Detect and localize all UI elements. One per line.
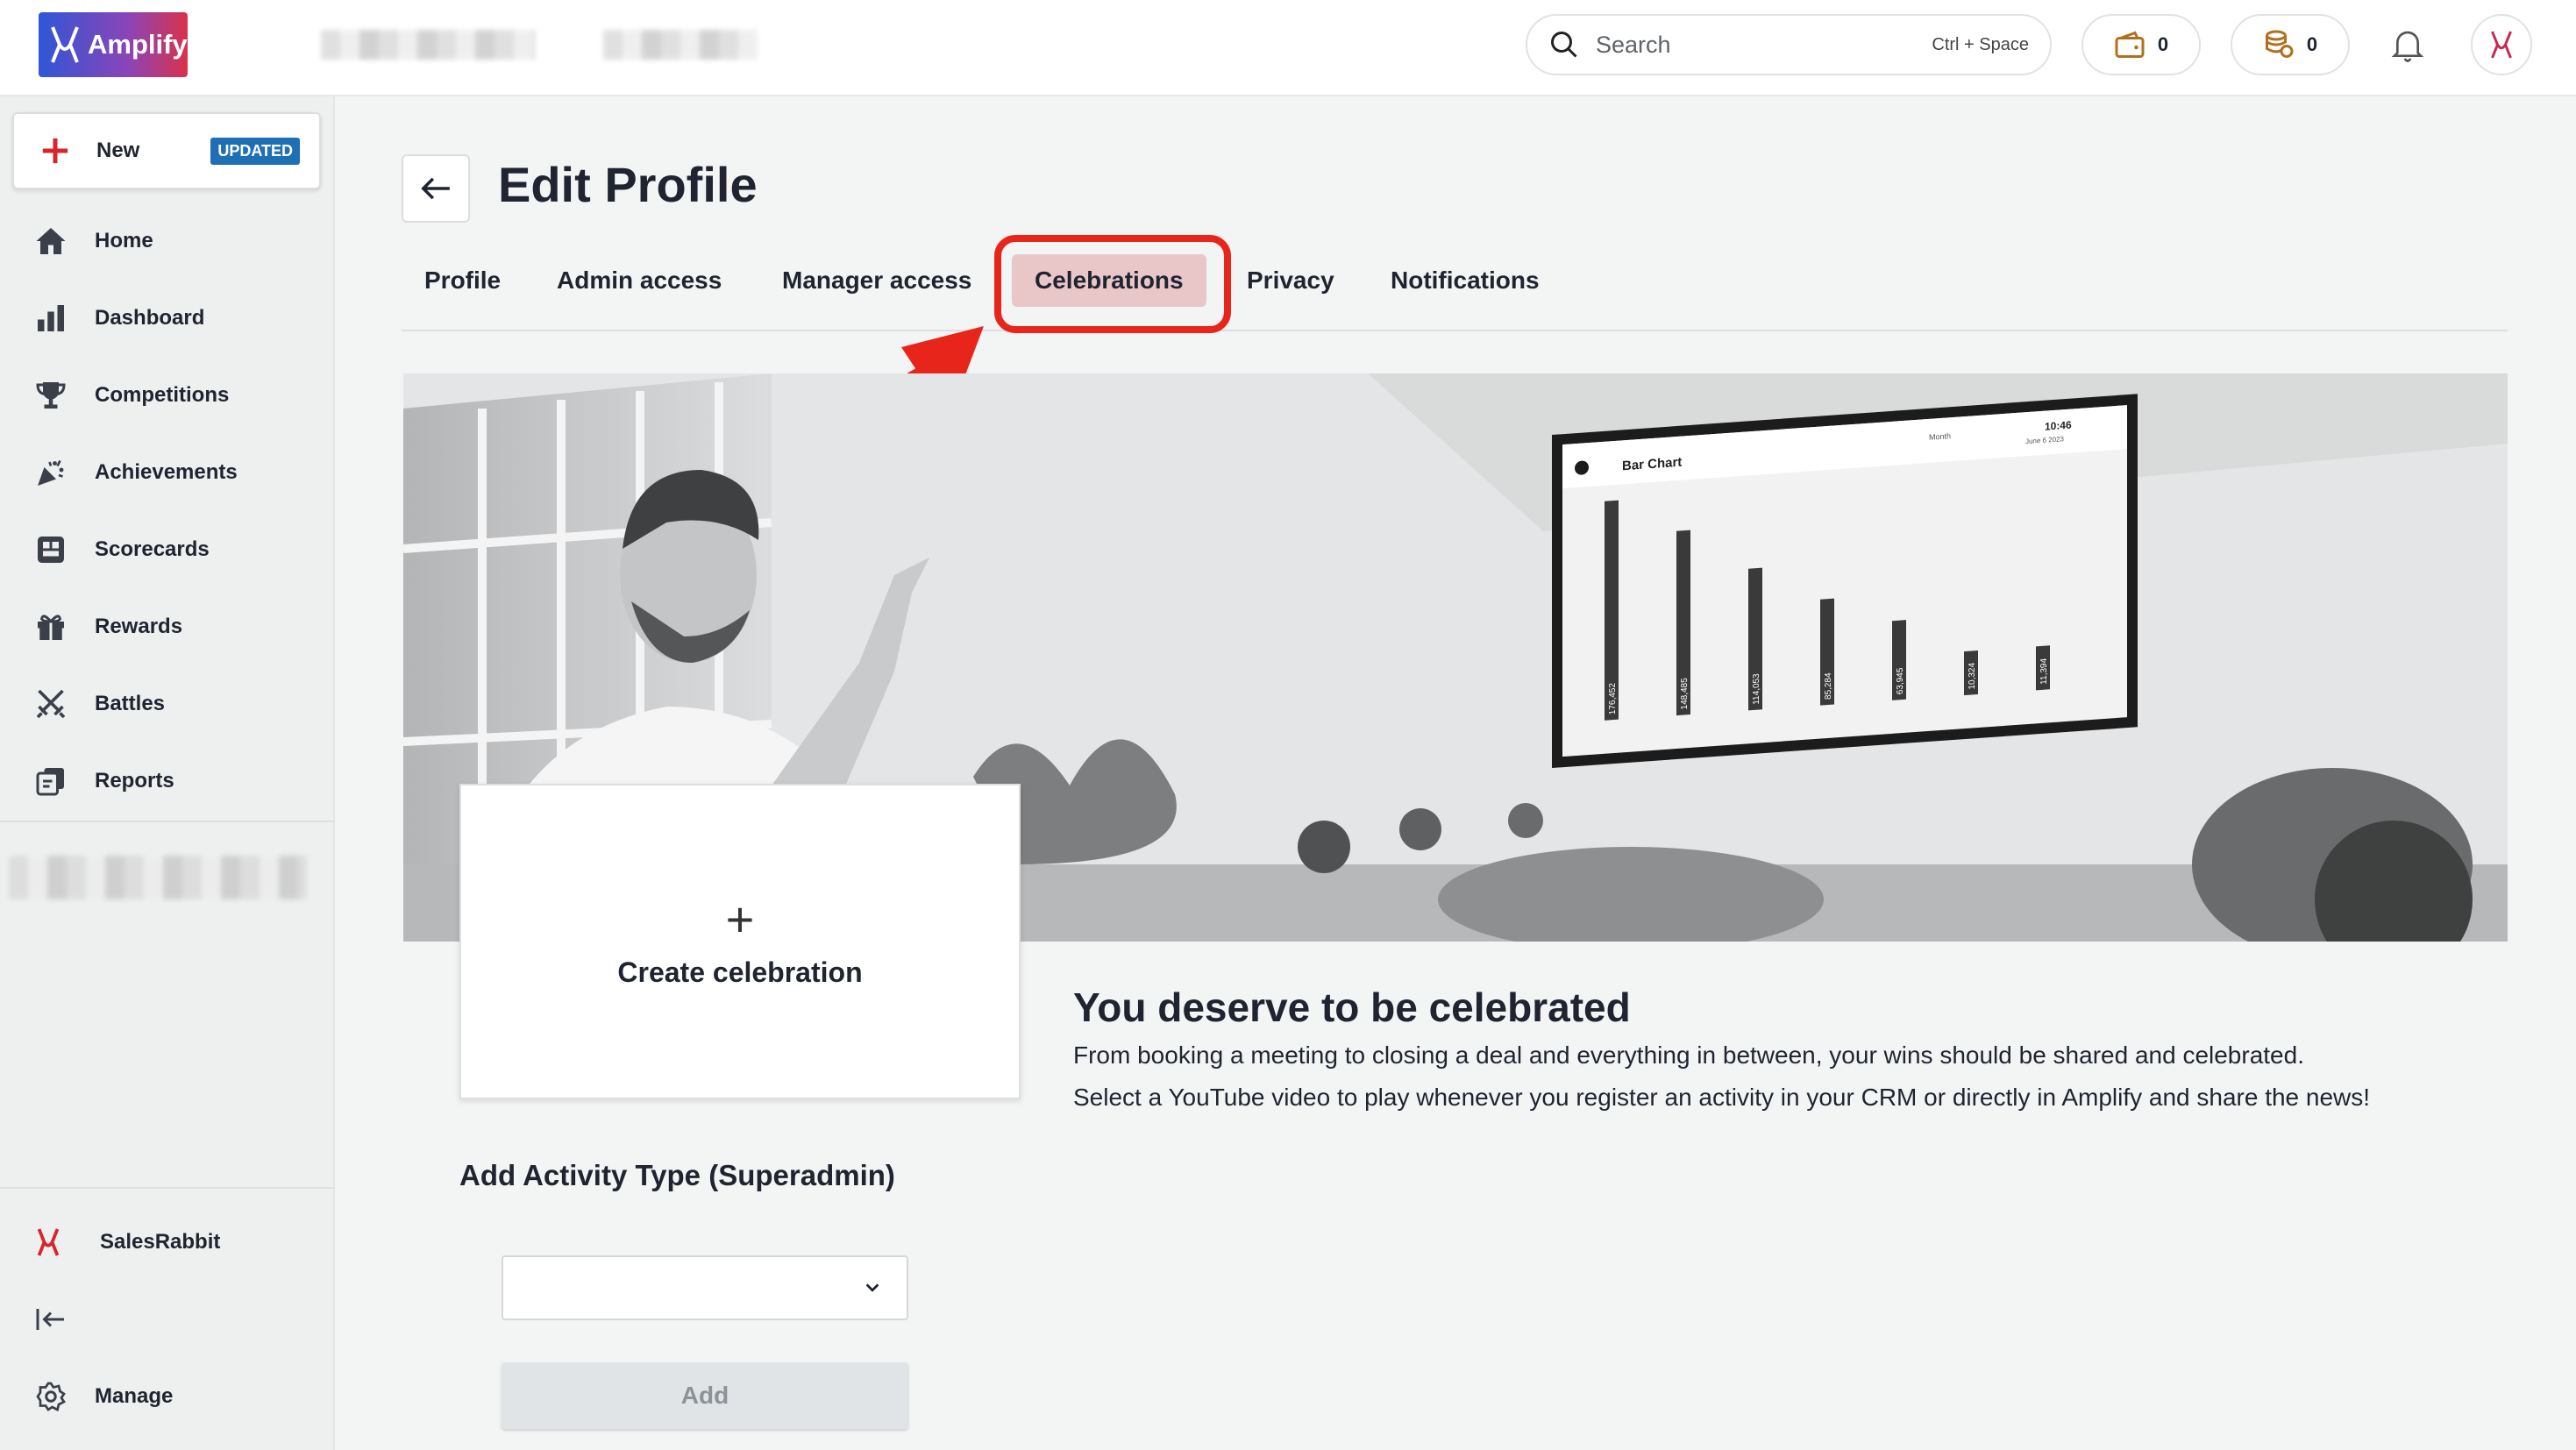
wallet-count: 0 [2157, 33, 2169, 55]
hero-chart-bar-label: 85,284 [1824, 672, 1833, 700]
sidebar-item-home[interactable]: Home [0, 210, 335, 272]
back-button[interactable] [402, 154, 470, 223]
hero-chart-bar-label: 10,324 [1968, 662, 1977, 690]
org-switcher[interactable]: SalesRabbit [0, 1212, 335, 1273]
arrow-left-icon [421, 177, 450, 200]
redacted-sidebar-item[interactable] [9, 856, 307, 899]
hero-chart-bar-label: 148,485 [1680, 677, 1690, 709]
search-bar[interactable]: Search Ctrl + Space [1526, 14, 2052, 75]
coins-icon [2265, 30, 2294, 58]
tab-manager-access[interactable]: Manager access [782, 267, 971, 295]
sidebar-item-label: Manage [95, 1384, 174, 1408]
crossed-swords-icon [36, 689, 66, 719]
sidebar-item-battles[interactable]: Battles [0, 673, 335, 735]
activity-type-title: Add Activity Type (Superadmin) [459, 1159, 895, 1191]
activity-type-select[interactable] [502, 1255, 908, 1320]
hero-chart-bar-label: 114,053 [1752, 672, 1761, 705]
sidebar-item-manage[interactable]: Manage [0, 1366, 335, 1427]
hero-chart-bar-label: 63,945 [1896, 667, 1905, 695]
rabbit-logo-icon [51, 26, 79, 63]
search-shortcut: Ctrl + Space [1932, 34, 2029, 54]
bell-icon [2391, 31, 2424, 62]
rabbit-avatar-icon [2491, 31, 2512, 59]
plus-icon [42, 138, 68, 164]
amplify-logo[interactable]: Amplify [39, 12, 188, 77]
search-icon [1551, 32, 1577, 58]
wallet-button[interactable]: 0 [2081, 14, 2201, 75]
sidebar-item-label: Achievements [95, 460, 238, 484]
coins-button[interactable]: 0 [2231, 14, 2350, 75]
sidebar-item-label: Scorecards [95, 537, 210, 561]
sidebar-item-achievements[interactable]: Achievements [0, 442, 335, 503]
hero-chart-bar-label: 176,452 [1608, 682, 1618, 714]
create-celebration-label: Create celebration [617, 956, 863, 988]
notifications-button[interactable] [2390, 26, 2425, 69]
chart-time: 10:46 [2045, 419, 2072, 433]
sidebar-item-label: Reports [95, 769, 174, 793]
salesrabbit-logo-icon [37, 1228, 60, 1256]
celebration-description: From booking a meeting to closing a deal… [1073, 1041, 2304, 1069]
chevron-down-icon [865, 1283, 879, 1292]
coins-count: 0 [2306, 33, 2318, 55]
wallet-icon [2115, 31, 2145, 58]
sidebar-item-dashboard[interactable]: Dashboard [0, 288, 335, 349]
party-popper-icon [38, 459, 64, 486]
plus-icon: + [725, 891, 755, 947]
org-name: SalesRabbit [100, 1230, 221, 1254]
chart-period: Month [1929, 431, 1951, 442]
reports-icon [36, 768, 64, 796]
sidebar-item-competitions[interactable]: Competitions [0, 365, 335, 426]
sidebar-divider [0, 1187, 335, 1189]
hero-chart-bar-label: 11,394 [2039, 657, 2049, 685]
collapse-sidebar-button[interactable] [0, 1289, 335, 1350]
sidebar-item-label: Home [95, 229, 153, 252]
sidebar-item-label: Rewards [95, 615, 183, 638]
celebration-description: Select a YouTube video to play whenever … [1073, 1084, 2371, 1111]
redacted-workspace-2[interactable] [603, 30, 758, 60]
create-celebration-card[interactable]: + Create celebration [459, 784, 1021, 1099]
brand-name: Amplify [88, 29, 188, 60]
profile-tabs: Profile Admin access Manager access Cele… [402, 237, 2508, 331]
tab-profile[interactable]: Profile [424, 267, 501, 295]
add-button[interactable]: Add [502, 1362, 908, 1429]
sidebar-item-label: Dashboard [95, 306, 205, 330]
gift-icon [38, 615, 64, 640]
page-title: Edit Profile [498, 157, 758, 212]
new-button[interactable]: New UPDATED [12, 112, 321, 189]
sidebar-divider [0, 821, 335, 822]
sidebar-item-label: Battles [95, 692, 166, 715]
gear-icon [36, 1382, 66, 1411]
home-icon [36, 228, 66, 254]
sidebar-item-reports[interactable]: Reports [0, 750, 335, 812]
sidebar: New UPDATED Home Dashboard Competitions … [0, 96, 335, 1450]
avatar[interactable] [2471, 14, 2532, 75]
highlight-box [994, 235, 1231, 333]
sidebar-item-label: Competitions [95, 383, 230, 407]
new-label: New [96, 139, 140, 162]
tab-notifications[interactable]: Notifications [1391, 267, 1540, 295]
tab-privacy[interactable]: Privacy [1247, 267, 1334, 295]
top-bar: Amplify Search Ctrl + Space 0 0 [0, 0, 2576, 96]
scorecard-icon [38, 537, 64, 563]
bar-chart-icon [38, 305, 64, 331]
sidebar-item-rewards[interactable]: Rewards [0, 596, 335, 657]
redacted-workspace-1[interactable] [321, 30, 535, 60]
updated-badge: UPDATED [210, 137, 300, 165]
tab-admin-access[interactable]: Admin access [557, 267, 722, 295]
sidebar-item-scorecards[interactable]: Scorecards [0, 519, 335, 580]
collapse-icon [36, 1309, 64, 1330]
search-placeholder: Search [1596, 31, 1671, 58]
trophy-icon [36, 382, 66, 409]
celebration-headline: You deserve to be celebrated [1073, 984, 1631, 1030]
